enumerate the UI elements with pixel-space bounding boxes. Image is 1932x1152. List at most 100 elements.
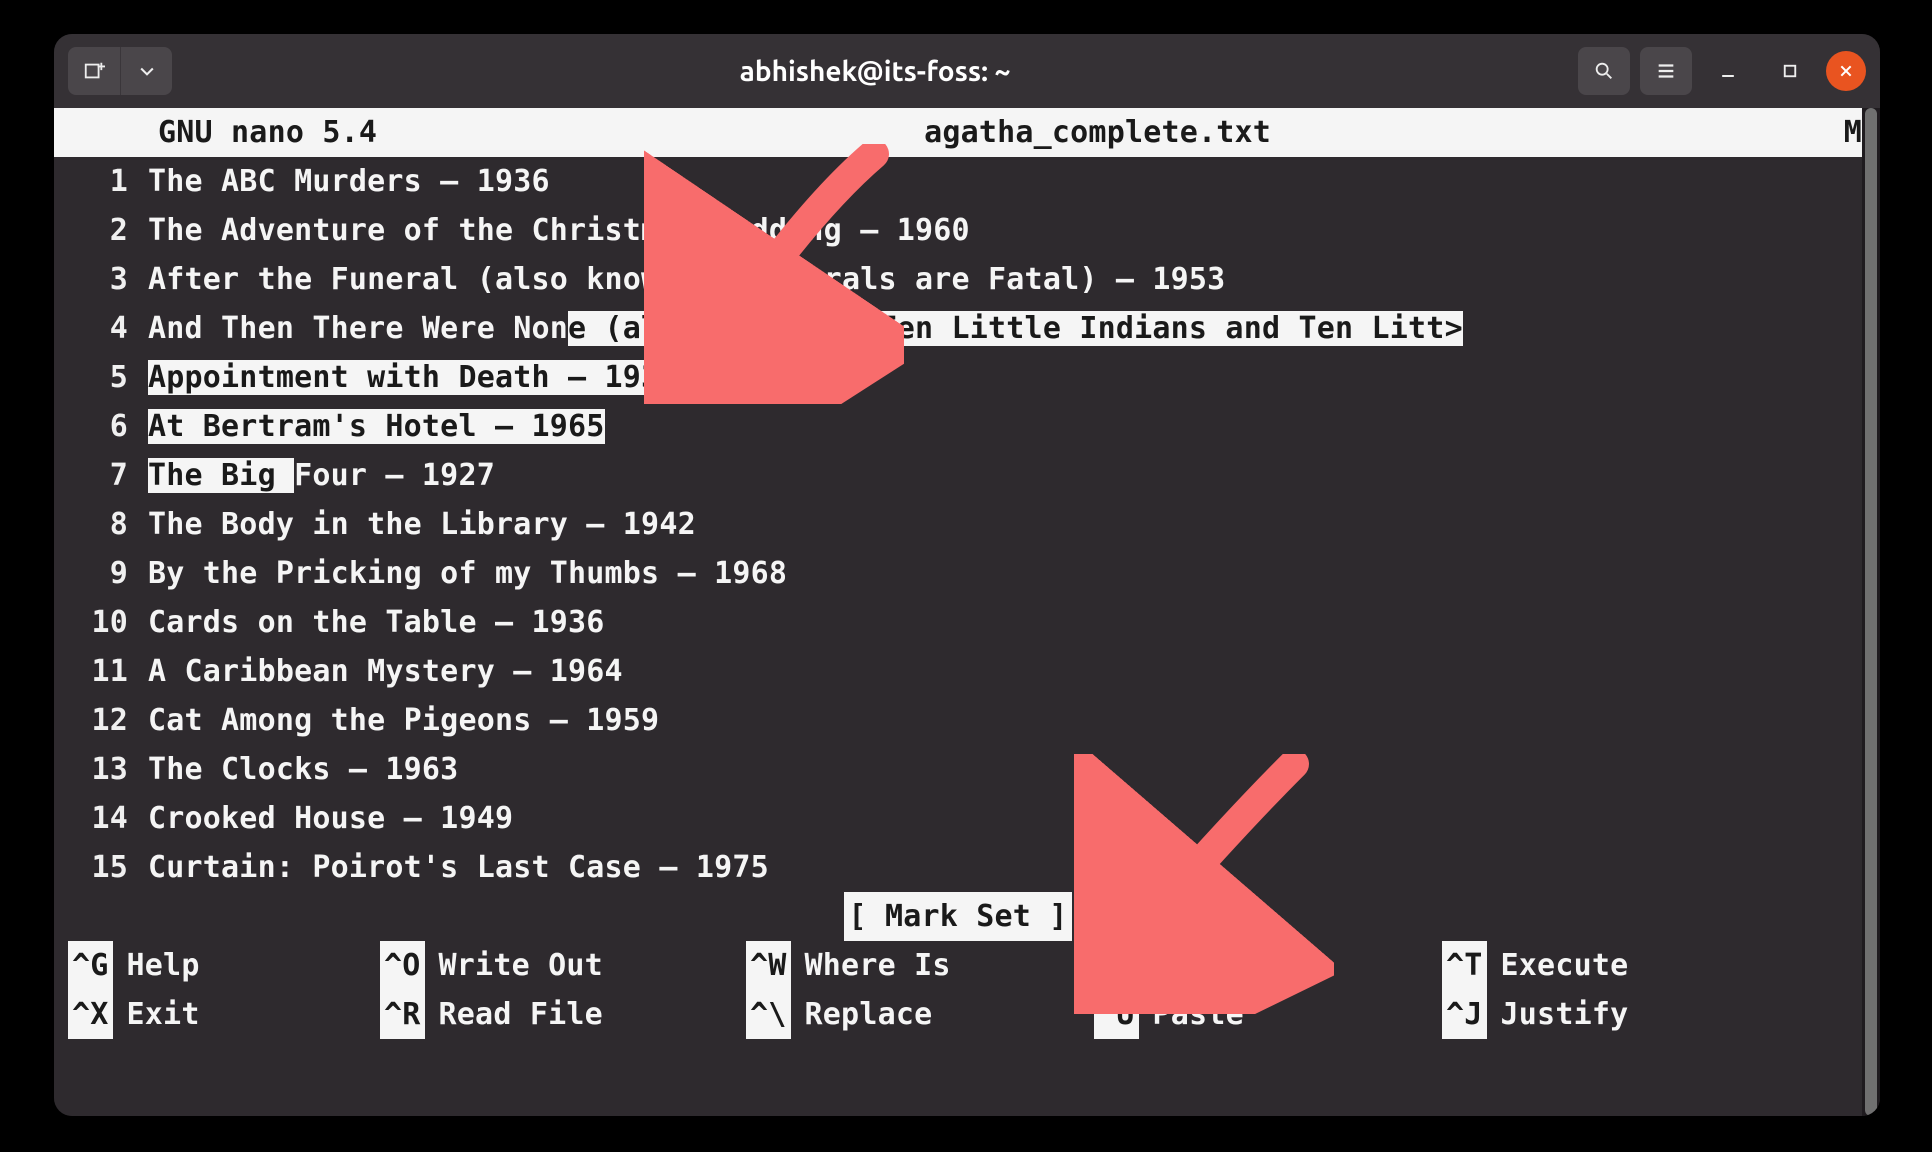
line-content[interactable]: Crooked House – 1949 [134,794,1862,843]
editor-line[interactable]: 15 Curtain: Poirot's Last Case – 1975 [54,843,1862,892]
shortcut-label: Replace [805,990,933,1039]
shortcut-key: ^O [380,941,425,990]
titlebar: abhishek@its-foss: ~ [54,34,1880,108]
minimize-button[interactable] [1702,47,1754,95]
shortcut-row-1: ^GHelp^OWrite Out^WWhere Is^KCut^TExecut… [54,941,1862,990]
nano-app-name: GNU nano 5.4 [158,108,377,157]
selection-segment: e (also known as Ten Little Indians and … [568,311,1463,346]
shortcut-row-2: ^X Exit ^RRead File^\Replace^UPaste^J Justi… [54,990,1862,1039]
shortcut-item: ^UPaste [1094,990,1442,1039]
window-title: abhishek@its-foss: ~ [740,56,1011,87]
close-icon [1838,63,1854,79]
editor-line[interactable]: 6 At Bertram's Hotel – 1965 [54,402,1862,451]
chevron-down-icon [137,61,157,81]
shortcut-label: Justify [1501,990,1629,1039]
editor-line[interactable]: 10Cards on the Table – 1936 [54,598,1862,647]
line-number: 1 [54,157,134,206]
line-number: 12 [54,696,134,745]
nano-status-message: [ Mark Set ] [844,892,1071,941]
line-number: 6 [54,402,134,451]
line-content[interactable]: Cards on the Table – 1936 [134,598,1862,647]
editor-line[interactable]: 12 Cat Among the Pigeons – 1959 [54,696,1862,745]
selection-segment: The Big [148,458,294,493]
editor-line[interactable]: 14 Crooked House – 1949 [54,794,1862,843]
shortcut-key: ^K [1094,941,1139,990]
scrollbar-thumb[interactable] [1865,108,1877,1116]
shortcut-key: ^J [1442,990,1487,1039]
line-content[interactable]: The ABC Murders – 1936 [134,157,1862,206]
line-content[interactable]: The Clocks – 1963 [134,745,1862,794]
editor-line[interactable]: 1 The ABC Murders – 1936 [54,157,1862,206]
maximize-button[interactable] [1764,47,1816,95]
text-segment: By the Pricking of my Thumbs – 1968 [148,556,787,591]
maximize-icon [1781,62,1799,80]
editor-line[interactable]: 4And Then There Were None (also known as… [54,304,1862,353]
minimize-icon [1718,61,1738,81]
hamburger-menu-button[interactable] [1640,47,1692,95]
search-button[interactable] [1578,47,1630,95]
line-number: 7 [54,451,134,500]
text-segment: The Clocks – 1963 [148,752,458,787]
shortcut-item: ^RRead File [380,990,746,1039]
selection-segment: At Bertram's Hotel – 1965 [148,409,605,444]
line-content[interactable]: By the Pricking of my Thumbs – 1968 [134,549,1862,598]
line-number: 15 [54,843,134,892]
text-segment: Curtain: Poirot's Last Case – 1975 [148,850,769,885]
shortcut-key: ^T [1442,941,1487,990]
editor-line[interactable]: 2The Adventure of the Christmas Pudding … [54,206,1862,255]
line-content[interactable]: At Bertram's Hotel – 1965 [134,402,1862,451]
shortcut-item: ^J Justify [1442,990,1772,1039]
shortcut-key: ^X [68,990,113,1039]
nano-status-row: [ Mark Set ] [54,892,1862,941]
scrollbar[interactable] [1862,108,1880,1116]
selection-segment: Appointment with Death – 1938 [148,360,678,395]
line-content[interactable]: The Body in the Library – 1942 [134,500,1862,549]
line-number: 14 [54,794,134,843]
line-number: 8 [54,500,134,549]
shortcut-label: Execute [1501,941,1629,990]
new-tab-icon [83,60,105,82]
line-number: 5 [54,353,134,402]
editor-line[interactable]: 11A Caribbean Mystery – 1964 [54,647,1862,696]
shortcut-item: ^\Replace [746,990,1094,1039]
new-tab-button[interactable] [68,47,120,95]
terminal-window: abhishek@its-foss: ~ [54,34,1880,1116]
editor-line[interactable]: 5 Appointment with Death – 1938 [54,353,1862,402]
nano-filename: agatha_complete.txt [377,108,1818,157]
terminal-body[interactable]: GNU nano 5.4 agatha_complete.txt M 1The … [54,108,1880,1116]
line-content[interactable]: And Then There Were None (also known as … [134,304,1862,353]
line-number: 3 [54,255,134,304]
line-content[interactable]: The Big Four – 1927 [134,451,1862,500]
editor-line[interactable]: 3 After the Funeral (also known as Funera… [54,255,1862,304]
tab-dropdown-button[interactable] [120,47,172,95]
editor-line[interactable]: 13The Clocks – 1963 [54,745,1862,794]
close-button[interactable] [1826,51,1866,91]
text-segment: After the Funeral (also known as Funeral… [148,262,1225,297]
shortcut-label: Cut [1153,941,1208,990]
editor-lines[interactable]: 1 The ABC Murders – 1936 2The Adventure of… [54,157,1862,892]
desktop-background: abhishek@its-foss: ~ [0,0,1932,1152]
text-segment: Cat Among the Pigeons – 1959 [148,703,659,738]
text-segment: Crooked House – 1949 [148,801,513,836]
line-number: 4 [54,304,134,353]
line-content[interactable]: The Adventure of the Christmas Pudding –… [134,206,1862,255]
shortcut-item: ^GHelp [68,941,380,990]
line-content[interactable]: After the Funeral (also known as Funeral… [134,255,1862,304]
text-segment: The Body in the Library – 1942 [148,507,696,542]
shortcut-item: ^WWhere Is [746,941,1094,990]
line-content[interactable]: Appointment with Death – 1938 [134,353,1862,402]
line-content[interactable]: A Caribbean Mystery – 1964 [134,647,1862,696]
text-segment: The ABC Murders – 1936 [148,164,550,199]
shortcut-item: ^K Cut [1094,941,1442,990]
line-content[interactable]: Cat Among the Pigeons – 1959 [134,696,1862,745]
line-content[interactable]: Curtain: Poirot's Last Case – 1975 [134,843,1862,892]
shortcut-item: ^X Exit [68,990,380,1039]
shortcut-label: Exit [127,990,200,1039]
nano-header-row: GNU nano 5.4 agatha_complete.txt M [54,108,1862,157]
editor-line[interactable]: 7The Big Four – 1927 [54,451,1862,500]
editor-line[interactable]: 8 The Body in the Library – 1942 [54,500,1862,549]
gutter-blank [54,108,134,157]
text-segment: And Then There Were Non [148,311,568,346]
editor-line[interactable]: 9By the Pricking of my Thumbs – 1968 [54,549,1862,598]
shortcut-label: Paste [1153,990,1244,1039]
